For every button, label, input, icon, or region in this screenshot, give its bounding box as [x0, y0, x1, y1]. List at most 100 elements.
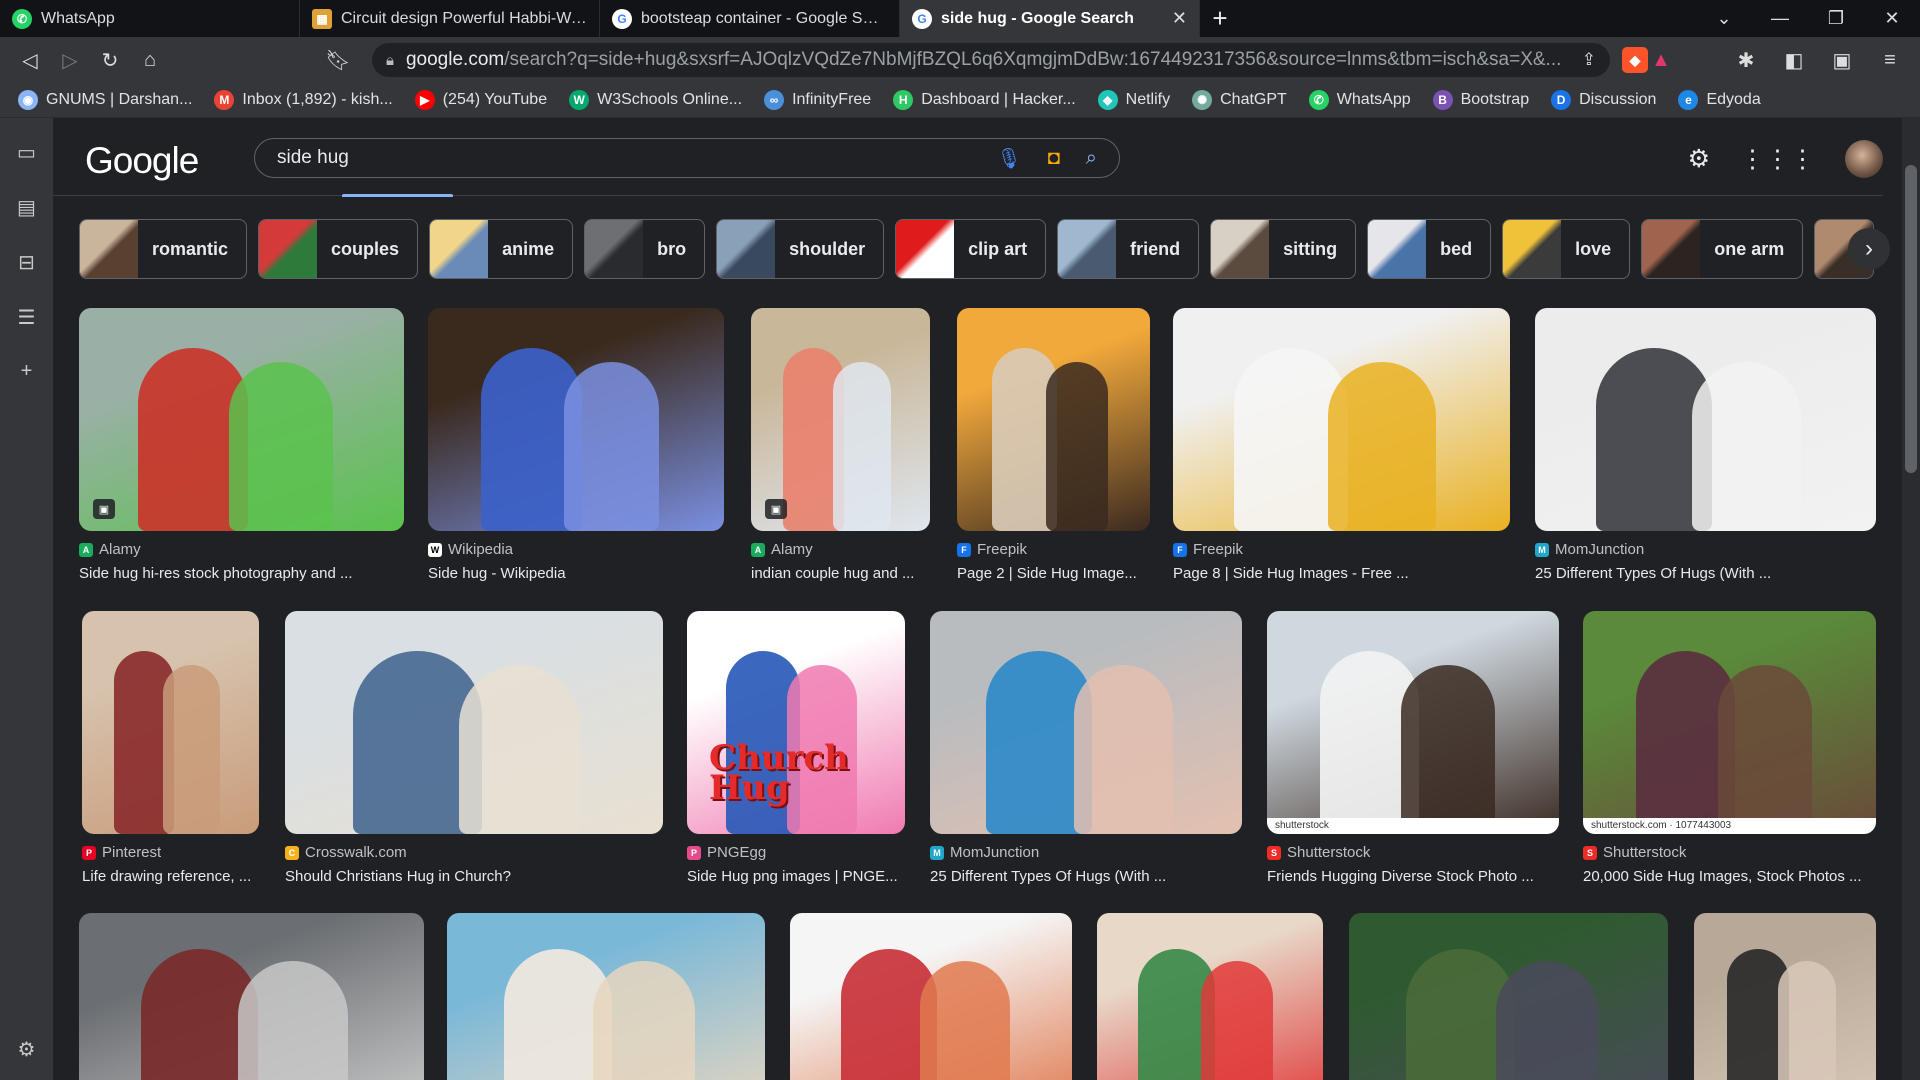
- bookmark-item[interactable]: e Edyoda: [1678, 90, 1761, 110]
- close-tab-icon[interactable]: ✕: [1172, 8, 1187, 29]
- result-title[interactable]: Should Christians Hug in Church?: [285, 868, 663, 885]
- image-result[interactable]: [447, 913, 765, 1080]
- bookmark-item[interactable]: ▶ (254) YouTube: [414, 90, 547, 110]
- related-search-chip[interactable]: one arm: [1641, 219, 1804, 279]
- tab-side-hug-search[interactable]: G side hug - Google Search ✕: [900, 0, 1200, 37]
- image-result[interactable]: Church Hug P PNGEgg Side Hug png images | P…: [687, 611, 905, 885]
- result-thumbnail[interactable]: [428, 308, 724, 531]
- result-source[interactable]: F Freepik: [1173, 541, 1510, 558]
- result-thumbnail[interactable]: [1349, 913, 1668, 1080]
- result-source[interactable]: A Alamy: [79, 541, 404, 558]
- result-source[interactable]: F Freepik: [957, 541, 1150, 558]
- minimize-icon[interactable]: —: [1752, 8, 1808, 29]
- tab-whatsapp[interactable]: ✆ WhatsApp: [0, 0, 300, 37]
- tab-search-icon[interactable]: ⌄: [1696, 8, 1752, 29]
- result-thumbnail[interactable]: [447, 913, 765, 1080]
- brave-shield-icon[interactable]: ◆: [1622, 47, 1648, 73]
- image-result[interactable]: P Pinterest Life drawing reference, ...: [82, 611, 259, 885]
- video-icon[interactable]: ▭: [17, 140, 36, 165]
- wallet-icon[interactable]: ▣: [1822, 48, 1862, 73]
- back-icon[interactable]: ◁: [10, 48, 50, 73]
- result-thumbnail[interactable]: ▣: [79, 308, 404, 531]
- image-result[interactable]: F Freepik Page 2 | Side Hug Image...: [957, 308, 1150, 582]
- result-title[interactable]: Life drawing reference, ...: [82, 868, 259, 885]
- result-source[interactable]: C Crosswalk.com: [285, 844, 663, 861]
- bookmark-item[interactable]: M Inbox (1,892) - kish...: [214, 90, 393, 110]
- result-thumbnail[interactable]: [1535, 308, 1876, 531]
- related-search-chip[interactable]: bed: [1367, 219, 1492, 279]
- bookmark-item[interactable]: H Dashboard | Hacker...: [893, 90, 1076, 110]
- brave-rewards-icon[interactable]: ▲: [1648, 47, 1674, 73]
- result-thumbnail[interactable]: [1173, 308, 1510, 531]
- result-thumbnail[interactable]: [957, 308, 1150, 531]
- image-result[interactable]: F Freepik Page 8 | Side Hug Images - Free …: [1173, 308, 1510, 582]
- new-tab-button[interactable]: +: [1200, 3, 1240, 34]
- bookmark-item[interactable]: W W3Schools Online...: [569, 90, 742, 110]
- related-search-chip[interactable]: clip art: [895, 219, 1047, 279]
- bookmark-item[interactable]: ◉ GNUMS | Darshan...: [18, 90, 192, 110]
- share-icon[interactable]: ⇪: [1582, 50, 1596, 70]
- settings-gear-icon[interactable]: ⚙: [18, 1037, 36, 1062]
- home-icon[interactable]: ⌂: [130, 49, 170, 72]
- result-source[interactable]: S Shutterstock: [1583, 844, 1876, 861]
- result-thumbnail[interactable]: [82, 611, 259, 834]
- result-thumbnail[interactable]: [79, 913, 424, 1080]
- result-thumbnail[interactable]: shutterstock.com · 1077443003: [1583, 611, 1876, 834]
- search-box[interactable]: side hug 🎙︎ ◘ ⌕: [254, 138, 1120, 178]
- result-title[interactable]: Side Hug png images | PNGE...: [687, 868, 905, 885]
- image-result[interactable]: M MomJunction 25 Different Types Of Hugs (…: [930, 611, 1242, 885]
- restore-icon[interactable]: ❐: [1808, 8, 1864, 29]
- scrollbar-thumb[interactable]: [1905, 165, 1917, 473]
- settings-gear-icon[interactable]: ⚙: [1688, 144, 1710, 174]
- result-title[interactable]: Page 2 | Side Hug Image...: [957, 565, 1150, 582]
- bookmark-item[interactable]: D Discussion: [1551, 90, 1656, 110]
- related-search-chip[interactable]: love: [1502, 219, 1631, 279]
- bookmark-item[interactable]: B Bootstrap: [1432, 90, 1529, 110]
- search-input[interactable]: side hug: [277, 147, 970, 169]
- url-text[interactable]: google.com/search?q=side+hug&sxsrf=AJOql…: [406, 49, 1570, 71]
- tab-circuit-design[interactable]: ▦ Circuit design Powerful Habbi-Waasa: [300, 0, 600, 37]
- result-thumbnail[interactable]: [930, 611, 1242, 834]
- image-result[interactable]: [79, 913, 424, 1080]
- apps-grid-icon[interactable]: ⋮⋮⋮: [1740, 144, 1815, 174]
- result-title[interactable]: indian couple hug and ...: [751, 565, 930, 582]
- image-result[interactable]: [790, 913, 1072, 1080]
- result-thumbnail[interactable]: [1694, 913, 1876, 1080]
- result-thumbnail[interactable]: Church Hug: [687, 611, 905, 834]
- related-search-chip[interactable]: friend: [1057, 219, 1200, 279]
- add-icon[interactable]: +: [21, 360, 33, 383]
- image-result[interactable]: ▣ A Alamy indian couple hug and ...: [751, 308, 930, 582]
- result-title[interactable]: Page 8 | Side Hug Images - Free ...: [1173, 565, 1510, 582]
- wallet-icon[interactable]: ▤: [17, 195, 36, 220]
- result-thumbnail[interactable]: shutterstock: [1267, 611, 1559, 834]
- address-bar[interactable]: 🔒︎ google.com/search?q=side+hug&sxsrf=AJ…: [372, 43, 1610, 77]
- related-search-chip[interactable]: bro: [584, 219, 706, 279]
- image-result[interactable]: [1694, 913, 1876, 1080]
- related-search-chip[interactable]: romantic: [79, 219, 248, 279]
- related-search-chip[interactable]: anime: [429, 219, 574, 279]
- reading-list-icon[interactable]: ☰: [18, 305, 36, 330]
- bookmark-item[interactable]: ∞ InfinityFree: [764, 90, 871, 110]
- microphone-icon[interactable]: 🎙︎: [996, 146, 1021, 171]
- result-thumbnail[interactable]: [285, 611, 663, 834]
- bookmark-item[interactable]: ✆ WhatsApp: [1308, 90, 1411, 110]
- search-icon[interactable]: ⌕: [1086, 147, 1097, 170]
- close-window-icon[interactable]: ✕: [1864, 8, 1920, 29]
- tab-bootsteap-search[interactable]: G bootsteap container - Google Search: [600, 0, 900, 37]
- result-thumbnail[interactable]: [790, 913, 1072, 1080]
- result-title[interactable]: 20,000 Side Hug Images, Stock Photos ...: [1583, 868, 1876, 885]
- forward-icon[interactable]: ▷: [50, 48, 90, 73]
- image-result[interactable]: [1349, 913, 1668, 1080]
- result-source[interactable]: W Wikipedia: [428, 541, 724, 558]
- image-result[interactable]: C Crosswalk.com Should Christians Hug in C…: [285, 611, 663, 885]
- google-logo[interactable]: Google: [85, 140, 199, 182]
- bookmarks-icon[interactable]: ⊟: [18, 250, 35, 275]
- related-search-chip[interactable]: shoulder: [716, 219, 885, 279]
- bookmark-icon[interactable]: 🔖︎: [318, 48, 358, 73]
- avatar[interactable]: [1845, 140, 1883, 178]
- reload-icon[interactable]: ↻: [90, 48, 130, 73]
- scrollbar[interactable]: [1902, 118, 1920, 1080]
- related-search-chip[interactable]: couples: [258, 219, 419, 279]
- result-title[interactable]: Friends Hugging Diverse Stock Photo ...: [1267, 868, 1559, 885]
- result-title[interactable]: Side hug hi-res stock photography and ..…: [79, 565, 404, 582]
